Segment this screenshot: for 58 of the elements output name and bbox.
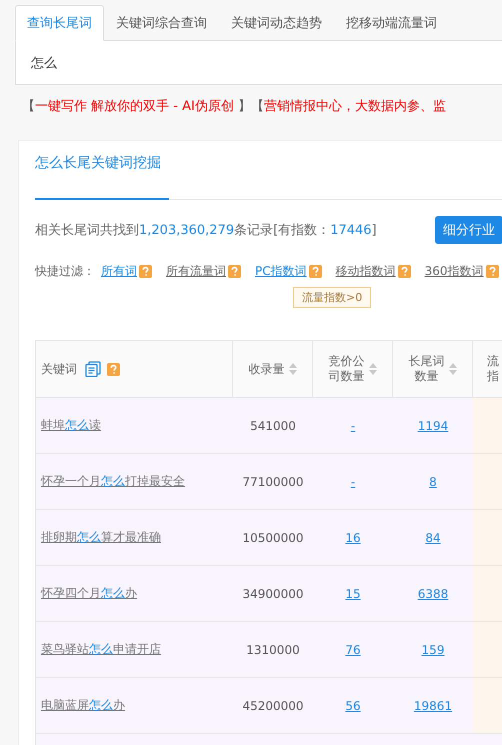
filter-link[interactable]: 360指数词	[424, 263, 484, 280]
count-link[interactable]: 19861	[414, 698, 452, 712]
industry-button[interactable]: 细分行业	[435, 216, 502, 244]
table-cell: 541000	[250, 418, 296, 432]
filter-tag[interactable]: 流量指数>0	[293, 287, 372, 308]
sort-icon[interactable]	[448, 362, 456, 376]
column-title: 长尾词 数量	[408, 354, 444, 384]
column-title: 关键词	[41, 360, 77, 378]
count-link[interactable]: 15	[345, 586, 361, 600]
count-link[interactable]: 76	[345, 642, 361, 656]
sort-icon[interactable]	[288, 362, 296, 376]
keyword-link[interactable]: 排卵期怎么算才最准确	[41, 529, 161, 546]
count-link[interactable]: 159	[422, 642, 444, 656]
help-icon[interactable]	[398, 265, 411, 278]
promo-link[interactable]: 营销情报中心，大数据内参、监	[264, 99, 446, 114]
keyword-link[interactable]: 怀孕四个月 怎么办	[41, 585, 137, 602]
sort-icon[interactable]	[368, 362, 376, 376]
table-cell: 10500000	[242, 530, 304, 544]
table-cell: 34900000	[242, 586, 304, 600]
copy-icon[interactable]	[85, 361, 101, 377]
section-tab[interactable]: 怎么长尾关键词挖掘	[35, 154, 169, 200]
tab[interactable]: 挖移动端流量词	[334, 5, 449, 41]
keyword-link[interactable]: 蚌埠怎么读	[41, 417, 101, 434]
filter-link[interactable]: 所有词	[101, 263, 137, 280]
search-field[interactable]: 怎么	[15, 41, 502, 85]
count-link[interactable]: 16	[345, 530, 361, 544]
help-icon[interactable]	[139, 265, 152, 278]
filter-label: 快捷过滤：	[35, 263, 95, 280]
keyword-link[interactable]: 电脑蓝屏怎么办	[41, 697, 125, 714]
column-title: 收录量	[248, 362, 284, 376]
bracket-text: 】【	[236, 99, 264, 114]
count-link[interactable]: 8	[429, 474, 437, 488]
promo-link[interactable]: 一键写作 解放你的双手 - AI伪原创	[35, 99, 234, 114]
filter-link[interactable]: 所有流量词	[166, 263, 226, 280]
bracket-text: 【	[22, 99, 35, 114]
help-icon[interactable]	[308, 265, 322, 278]
help-icon[interactable]	[486, 265, 499, 278]
summary-text: 相关长尾词共找到1,203,360,279条记录[有指数：17446]	[35, 222, 378, 239]
count-link[interactable]: 1194	[418, 418, 448, 432]
table-cell: 77100000	[242, 474, 304, 488]
tab[interactable]: 关键词动态趋势	[219, 5, 334, 41]
column-title: 竞价公 司数量	[328, 354, 364, 384]
count-link[interactable]: 84	[425, 530, 441, 544]
count-link[interactable]: 6388	[418, 586, 448, 600]
filter-link[interactable]: PC指数词	[255, 263, 307, 280]
keyword-link[interactable]: 菜鸟驿站怎么申请开店	[41, 641, 161, 658]
tab[interactable]: 关键词综合查询	[104, 5, 219, 41]
help-icon[interactable]	[228, 265, 241, 278]
filter-link[interactable]: 移动指数词	[336, 263, 396, 280]
count-link[interactable]: -	[350, 474, 356, 488]
table-cell: 45200000	[242, 698, 304, 712]
count-link[interactable]: 56	[345, 698, 361, 712]
column-title: 流 指	[487, 354, 499, 384]
keyword-link[interactable]: 怀孕一个月 怎么打掉最安全	[41, 473, 185, 490]
help-icon[interactable]	[107, 362, 120, 376]
table-cell: 1310000	[246, 642, 300, 656]
tab[interactable]: 查询长尾词	[15, 5, 104, 41]
count-link[interactable]: -	[350, 418, 356, 432]
